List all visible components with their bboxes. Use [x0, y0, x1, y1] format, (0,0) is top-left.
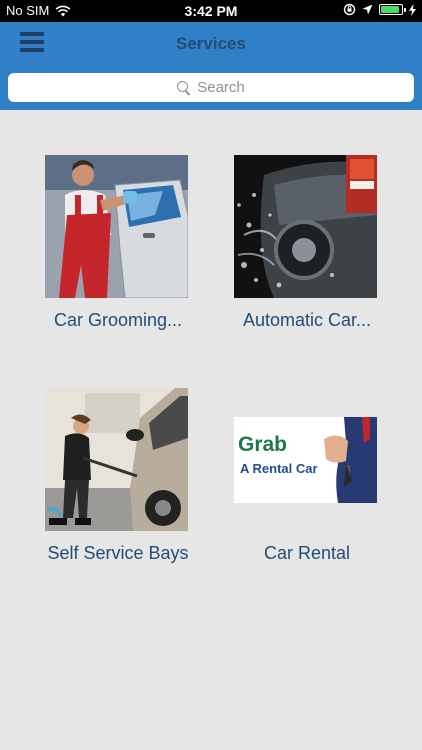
car-rental-photo: Grab A Rental Car: [234, 417, 377, 503]
status-bar: No SIM 3:42 PM: [0, 0, 422, 22]
service-tile-car-grooming[interactable]: Car Grooming...: [23, 155, 213, 335]
service-tile-car-rental[interactable]: Grab A Rental Car Car Rental: [212, 388, 402, 568]
service-label-self-service-bays: Self Service Bays: [47, 543, 189, 563]
status-right: [343, 3, 416, 16]
rental-image-text-subtitle: A Rental Car: [240, 461, 318, 476]
charging-bolt-icon: [409, 3, 416, 16]
service-label-automatic-car: Automatic Car...: [242, 310, 372, 330]
hamburger-menu-icon[interactable]: [20, 32, 44, 54]
service-tile-automatic-car[interactable]: Automatic Car...: [212, 155, 402, 335]
service-label-car-grooming: Car Grooming...: [53, 310, 183, 330]
search-placeholder: Search: [197, 79, 245, 96]
location-arrow-icon: [362, 4, 373, 15]
car-grooming-photo: [45, 155, 188, 298]
service-label-car-rental: Car Rental: [263, 543, 351, 563]
search-icon: [177, 80, 191, 95]
battery-fill: [381, 6, 399, 13]
rental-image-text-grab: Grab: [238, 433, 287, 456]
battery-icon: [379, 4, 406, 15]
search-bar-container: Search: [0, 66, 422, 110]
self-service-bay-photo: [45, 388, 188, 531]
orientation-lock-icon: [343, 3, 356, 16]
search-input[interactable]: Search: [8, 73, 414, 102]
page-title: Services: [176, 34, 246, 53]
navigation-bar: Services: [0, 22, 422, 66]
service-tile-self-service-bays[interactable]: Self Service Bays: [23, 388, 213, 568]
automatic-car-wash-photo: [234, 155, 377, 298]
